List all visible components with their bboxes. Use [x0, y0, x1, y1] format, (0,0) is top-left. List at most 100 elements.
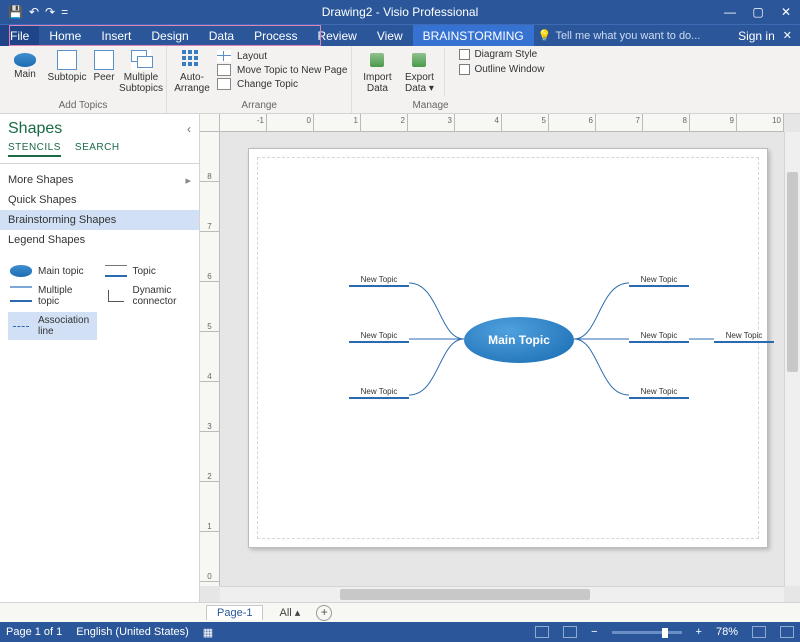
scrollbar-horizontal[interactable]: [220, 586, 784, 602]
shape-association-line[interactable]: Association line: [8, 312, 97, 340]
topic-shape[interactable]: New Topic: [349, 387, 409, 399]
group-add-topics: Main Subtopic Peer Multiple Subtopics Ad…: [0, 46, 167, 113]
tab-file[interactable]: File: [0, 25, 39, 46]
ruler-tick: 0: [200, 532, 219, 582]
close-button[interactable]: ✕: [772, 5, 800, 19]
tab-design[interactable]: Design: [141, 25, 198, 46]
legend-shapes-item[interactable]: Legend Shapes: [0, 230, 199, 250]
collapse-panel-icon[interactable]: ‹: [187, 122, 191, 136]
move-topic-button[interactable]: Move Topic to New Page: [217, 64, 347, 76]
drawing-page[interactable]: Main Topic New Topic New Topic New Topic…: [248, 148, 768, 548]
sign-in-link[interactable]: Sign in: [738, 29, 775, 43]
topic-shape[interactable]: New Topic: [714, 331, 774, 343]
multiple-subtopics-button[interactable]: Multiple Subtopics: [120, 48, 162, 94]
zoom-level[interactable]: 78%: [716, 626, 738, 638]
tab-brainstorming[interactable]: BRAINSTORMING: [413, 25, 534, 46]
topic-shape[interactable]: New Topic: [629, 275, 689, 287]
add-page-button[interactable]: +: [316, 605, 332, 621]
multiple-topic-icon: [10, 290, 32, 302]
rect-icon: [57, 50, 77, 70]
page-width-icon[interactable]: [563, 626, 577, 638]
group-label: Arrange: [167, 99, 351, 113]
zoom-out-button[interactable]: −: [591, 626, 597, 638]
ruler-tick: 4: [455, 114, 502, 131]
scrollbar-vertical[interactable]: [784, 132, 800, 586]
lightbulb-icon: 💡: [538, 29, 552, 42]
tab-home[interactable]: Home: [39, 25, 91, 46]
rect-icon: [94, 50, 114, 70]
diagram-style-checkbox[interactable]: Diagram Style: [453, 48, 550, 61]
scroll-thumb[interactable]: [787, 172, 798, 372]
qat-more-icon[interactable]: =: [61, 5, 68, 19]
ruler-corner: [200, 114, 220, 132]
import-data-button[interactable]: Import Data: [356, 48, 398, 94]
minimize-button[interactable]: —: [716, 5, 744, 19]
dynamic-connector-icon: [105, 290, 127, 302]
topic-shape[interactable]: New Topic: [629, 387, 689, 399]
quick-shapes-item[interactable]: Quick Shapes: [0, 190, 199, 210]
outline-window-checkbox[interactable]: Outline Window: [453, 63, 550, 76]
subtopic-button[interactable]: Subtopic: [46, 48, 88, 83]
drawing-viewport[interactable]: Main Topic New Topic New Topic New Topic…: [220, 132, 784, 586]
tab-process[interactable]: Process: [244, 25, 307, 46]
ruler-tick: 10: [737, 114, 784, 131]
ruler-tick: 4: [200, 332, 219, 382]
multi-icon: [131, 50, 151, 70]
layout-button[interactable]: Layout: [217, 50, 347, 62]
ruler-tick: 1: [314, 114, 361, 131]
page-tab-1[interactable]: Page-1: [206, 605, 263, 620]
shape-dynamic-connector[interactable]: Dynamic connector: [103, 282, 192, 310]
brainstorming-shapes-item[interactable]: Brainstorming Shapes: [0, 210, 199, 230]
ruler-horizontal[interactable]: -1 0 1 2 3 4 5 6 7 8 9 10: [220, 114, 784, 132]
ruler-vertical[interactable]: 8 7 6 5 4 3 2 1 0: [200, 132, 220, 586]
zoom-slider[interactable]: [612, 631, 682, 634]
main-topic-shape[interactable]: Main Topic: [464, 317, 574, 363]
tab-insert[interactable]: Insert: [91, 25, 141, 46]
ruler-tick: 8: [643, 114, 690, 131]
main-button[interactable]: Main: [4, 48, 46, 80]
window-controls: — ▢ ✕: [716, 5, 800, 19]
redo-icon[interactable]: ↷: [45, 5, 55, 19]
export-data-button[interactable]: Export Data ▾: [398, 48, 440, 94]
auto-arrange-button[interactable]: Auto- Arrange: [171, 48, 213, 94]
ruler-tick: 7: [596, 114, 643, 131]
layout-icon: [217, 50, 231, 62]
maximize-button[interactable]: ▢: [744, 5, 772, 19]
zoom-knob[interactable]: [662, 628, 668, 638]
shape-multiple-topic[interactable]: Multiple topic: [8, 282, 97, 310]
topic-shape[interactable]: New Topic: [349, 275, 409, 287]
tab-data[interactable]: Data: [199, 25, 244, 46]
language-status[interactable]: English (United States): [76, 626, 189, 638]
tell-me-search[interactable]: 💡 Tell me what you want to do...: [538, 25, 701, 46]
undo-icon[interactable]: ↶: [29, 5, 39, 19]
tab-view[interactable]: View: [367, 25, 413, 46]
peer-button[interactable]: Peer: [88, 48, 120, 83]
page-icon: [217, 64, 231, 76]
zoom-in-button[interactable]: +: [696, 626, 702, 638]
status-bar: Page 1 of 1 English (United States) ▦ − …: [0, 622, 800, 642]
ruler-tick: -1: [220, 114, 267, 131]
quick-access-toolbar: 💾 ↶ ↷ =: [0, 5, 68, 19]
macro-record-icon[interactable]: ▦: [203, 626, 213, 639]
change-topic-button[interactable]: Change Topic: [217, 78, 347, 90]
shape-topic[interactable]: Topic: [103, 262, 192, 280]
shape-main-topic[interactable]: Main topic: [8, 262, 97, 280]
scroll-thumb[interactable]: [340, 589, 590, 600]
fit-page-icon[interactable]: [752, 626, 766, 638]
pan-zoom-icon[interactable]: [780, 626, 794, 638]
more-shapes-item[interactable]: More Shapes▸: [0, 170, 199, 190]
ribbon-close-icon[interactable]: ✕: [783, 29, 792, 42]
ruler-tick: 1: [200, 482, 219, 532]
presentation-mode-icon[interactable]: [535, 626, 549, 638]
tab-review[interactable]: Review: [307, 25, 366, 46]
tab-search[interactable]: SEARCH: [75, 142, 120, 157]
ruler-tick: 0: [267, 114, 314, 131]
group-manage: Import Data Export Data ▾ Diagram Style …: [352, 46, 800, 113]
save-icon[interactable]: 💾: [8, 5, 23, 19]
ruler-tick: 6: [200, 232, 219, 282]
topic-shape[interactable]: New Topic: [629, 331, 689, 343]
page-tab-all[interactable]: All ▴: [269, 605, 310, 620]
tab-stencils[interactable]: STENCILS: [8, 142, 61, 157]
topic-shape[interactable]: New Topic: [349, 331, 409, 343]
arrange-icon: [182, 50, 202, 70]
